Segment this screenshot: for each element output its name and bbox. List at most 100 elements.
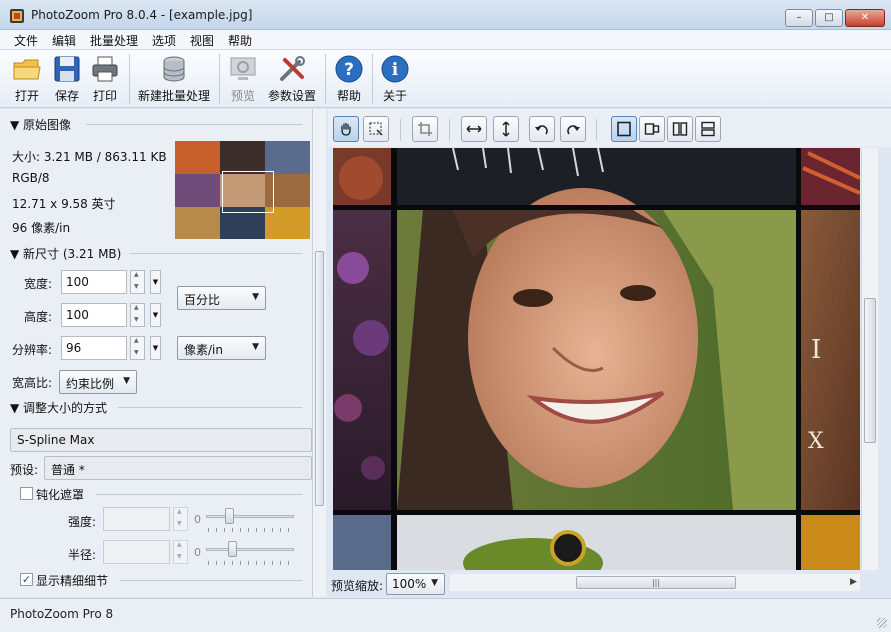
menu-view[interactable]: 视图 (190, 32, 214, 49)
settings-label: 参数设置 (267, 89, 316, 103)
side-by-side-icon (672, 122, 688, 136)
resize-method-header[interactable]: ▼ 调整大小的方式 (10, 399, 107, 416)
open-button[interactable]: 打开 (10, 54, 44, 104)
database-icon (163, 56, 185, 82)
toolbar-separator (325, 54, 326, 104)
flip-horizontal-button[interactable] (461, 116, 487, 142)
preset-label: 预设: (10, 463, 39, 477)
split-view-button[interactable] (639, 116, 665, 142)
resize-method-select[interactable]: S-Spline Max (10, 428, 312, 452)
resolution-text: 96 像素/in (12, 221, 71, 235)
preview-vertical-scrollbar-thumb[interactable] (864, 298, 876, 443)
new-batch-button[interactable]: 新建批量处理 (136, 54, 212, 104)
resolution-unit-select[interactable]: 像素/in ▼ (177, 336, 266, 360)
title-bar: PhotoZoom Pro 8.0.4 - [example.jpg] – □ … (0, 0, 891, 30)
horizontal-arrows-icon (466, 125, 482, 133)
size-unit-select[interactable]: 百分比 ▼ (177, 286, 266, 310)
close-button[interactable]: ✕ (845, 9, 885, 27)
toolbar-separator (219, 54, 220, 104)
preset-select[interactable]: 普通 * (44, 456, 312, 480)
settings-scrollbar[interactable] (312, 109, 326, 597)
height-input[interactable]: 100 (61, 303, 127, 327)
radius-slider[interactable] (206, 548, 294, 551)
hand-tool-button[interactable] (333, 116, 359, 142)
strength-spinner[interactable] (173, 507, 188, 531)
menu-help[interactable]: 帮助 (228, 32, 252, 49)
help-label: 帮助 (336, 89, 361, 103)
preview-label: 预览 (230, 89, 255, 103)
preview-toolbar-separator (400, 119, 401, 141)
aspect-ratio-label: 宽高比: (11, 376, 52, 390)
resolution-input[interactable]: 96 (61, 336, 127, 360)
about-button[interactable]: i 关于 (378, 54, 412, 104)
crop-button[interactable] (412, 116, 438, 142)
preview-toolbar-separator (449, 119, 450, 141)
svg-text:?: ? (344, 60, 354, 80)
radius-slider-thumb[interactable] (228, 541, 237, 557)
print-button[interactable]: 打印 (88, 54, 122, 104)
unsharp-mask-checkbox[interactable] (20, 487, 33, 500)
preview-canvas[interactable]: I X (333, 148, 860, 570)
navigator-thumbnail[interactable] (175, 141, 310, 239)
strength-slider[interactable] (206, 515, 294, 518)
menu-file[interactable]: 文件 (14, 32, 38, 49)
height-unit-dropdown[interactable]: ▼ (150, 303, 161, 327)
preview-horizontal-scrollbar[interactable]: ||| (450, 574, 860, 591)
new-size-header[interactable]: ▼ 新尺寸 (3.21 MB) (10, 245, 121, 262)
save-button[interactable]: 保存 (50, 54, 84, 104)
side-by-side-view-button[interactable] (667, 116, 693, 142)
menu-options[interactable]: 选项 (152, 32, 176, 49)
flip-vertical-button[interactable] (493, 116, 519, 142)
stacked-view-icon (701, 121, 715, 137)
preview-monitor-icon (230, 57, 256, 80)
split-view-icon (644, 123, 660, 135)
original-image-header[interactable]: ▼ 原始图像 (10, 116, 71, 133)
about-label: 关于 (382, 89, 407, 103)
minimize-button[interactable]: – (785, 9, 813, 27)
single-view-button[interactable] (611, 116, 637, 142)
preview-horizontal-scrollbar-thumb[interactable]: ||| (576, 576, 736, 589)
width-unit-dropdown[interactable]: ▼ (150, 270, 161, 294)
rotate-right-button[interactable] (560, 116, 586, 142)
maximize-button[interactable]: □ (815, 9, 843, 27)
height-spinner[interactable] (130, 303, 145, 327)
stacked-view-button[interactable] (695, 116, 721, 142)
app-icon (10, 9, 24, 23)
width-input[interactable]: 100 (61, 270, 127, 294)
settings-panel: ▼ 原始图像 大小: 3.21 MB / 863.11 KB RGB/8 12.… (0, 109, 312, 597)
single-view-icon (617, 121, 631, 137)
hand-icon (341, 122, 351, 136)
preview-zoom-select[interactable]: 100% ▼ (386, 573, 445, 595)
preview-button[interactable]: 预览 (226, 54, 260, 104)
crop-icon (418, 122, 432, 136)
scroll-right-arrow-icon[interactable]: ▶ (850, 577, 857, 587)
resolution-spinner[interactable] (130, 336, 145, 360)
radius-value: 0 (194, 546, 201, 559)
settings-scrollbar-thumb[interactable] (315, 251, 324, 506)
menu-edit[interactable]: 编辑 (52, 32, 76, 49)
resolution-unit-dropdown[interactable]: ▼ (150, 336, 161, 360)
section-divider (120, 580, 302, 581)
navigator-selection[interactable] (222, 171, 274, 213)
menu-batch[interactable]: 批量处理 (90, 32, 138, 49)
strength-input[interactable] (103, 507, 170, 531)
strength-slider-thumb[interactable] (225, 508, 234, 524)
open-label: 打开 (14, 89, 39, 103)
preview-vertical-scrollbar[interactable] (861, 148, 878, 570)
settings-button[interactable]: 参数设置 (266, 54, 318, 104)
section-divider (130, 253, 302, 254)
help-button[interactable]: ? 帮助 (332, 54, 366, 104)
rotate-left-button[interactable] (529, 116, 555, 142)
resize-grip-icon[interactable] (877, 618, 887, 628)
aspect-ratio-select[interactable]: 约束比例 ▼ (59, 370, 137, 394)
resolution-unit-value: 像素/in (184, 343, 223, 357)
radius-input[interactable] (103, 540, 170, 564)
rotate-left-icon (535, 125, 548, 135)
width-spinner[interactable] (130, 270, 145, 294)
folder-icon (13, 59, 41, 80)
selection-tool-button[interactable] (363, 116, 389, 142)
fine-detail-checkbox[interactable]: ✓ (20, 573, 33, 586)
radius-ticks (208, 561, 294, 565)
radius-spinner[interactable] (173, 540, 188, 564)
strength-label: 强度: (67, 515, 96, 529)
